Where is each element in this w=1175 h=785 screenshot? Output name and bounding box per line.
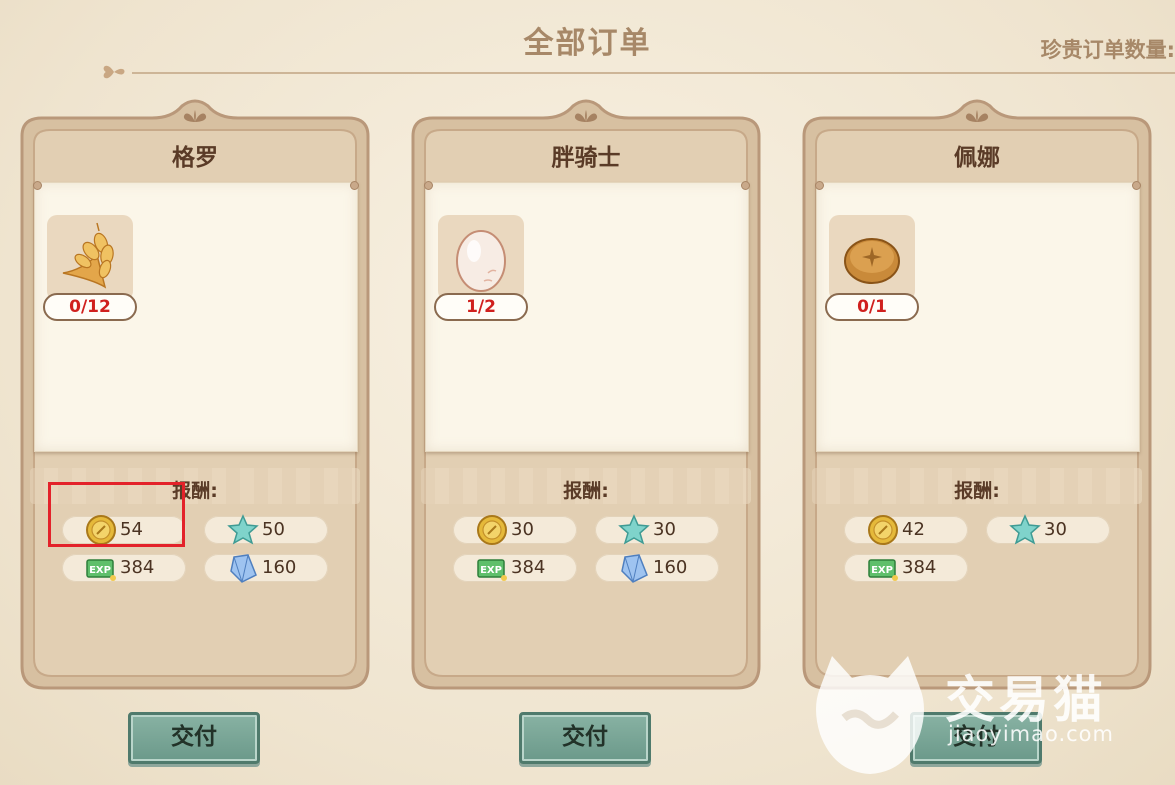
reward-value: 384 [511,557,546,578]
egg-icon [456,230,506,292]
reward-star: 50 [204,514,328,545]
svg-text:EXP: EXP [89,565,111,576]
star-icon [618,514,650,545]
star-icon [227,514,259,545]
reward-value: 384 [120,557,155,578]
gold-coin-icon [868,515,898,545]
pin [350,181,359,190]
reward-value: 30 [653,519,676,540]
deliver-button[interactable]: 交付 [519,712,651,764]
wheat-icon [62,222,114,289]
svg-text:EXP: EXP [480,565,502,576]
svg-text:EXP: EXP [871,565,893,576]
highlight-box [48,482,185,547]
card-ornament-icon [965,110,989,122]
crystal-icon [621,554,648,583]
pin [1132,181,1141,190]
pin [424,181,433,190]
precious-order-count-label: 珍贵订单数量: [1040,38,1175,62]
reward-gold: 30 [453,515,577,545]
deliver-button[interactable]: 交付 [910,712,1042,764]
customer-name: 胖骑士 [551,145,621,171]
customer-name: 佩娜 [954,145,1000,171]
order-item-slot[interactable] [438,215,524,301]
reward-star: 30 [986,514,1110,545]
order-item-slot[interactable] [47,215,133,301]
order-note: 0/1 [815,181,1141,452]
reward-crystal: 160 [595,554,719,583]
order-card: 格罗 0/12 报酬: 54 50 EXP 384 160 [12,96,378,694]
reward-crystal: 160 [204,554,328,583]
exp-ticket-icon: EXP [477,559,507,581]
crystal-icon [230,554,257,583]
gold-coin-icon [477,515,507,545]
order-item-slot[interactable] [829,215,915,301]
bread-icon [844,238,900,284]
exp-ticket-icon: EXP [86,559,116,581]
title-divider [132,72,1175,74]
order-note: 1/2 [424,181,750,452]
reward-title: 报酬: [563,480,609,502]
pin [33,181,42,190]
reward-value: 50 [262,519,285,540]
item-count: 0/12 [43,293,137,321]
card-ornament-icon [183,110,207,122]
reward-value: 42 [902,519,925,540]
customer-name: 格罗 [172,145,218,171]
deliver-button[interactable]: 交付 [128,712,260,764]
reward-star: 30 [595,514,719,545]
reward-exp: EXP 384 [453,554,577,582]
pin [815,181,824,190]
card-ornament-icon [574,110,598,122]
reward-value: 30 [1044,519,1067,540]
order-card: 胖骑士 1/2 报酬: 30 30 EXP 384 160 [403,96,769,694]
reward-value: 384 [902,557,937,578]
reward-value: 30 [511,519,534,540]
leaf-ornament-icon [103,65,125,79]
reward-exp: EXP 384 [62,554,186,582]
reward-gold: 42 [844,515,968,545]
reward-value: 160 [653,557,688,578]
reward-exp: EXP 384 [844,554,968,582]
exp-ticket-icon: EXP [868,559,898,581]
reward-title: 报酬: [954,480,1000,502]
reward-value: 160 [262,557,297,578]
order-card: 佩娜 0/1 报酬: 42 30 EXP 384 [794,96,1160,694]
page-title: 全部订单 [523,26,652,61]
item-count: 1/2 [434,293,528,321]
order-note: 0/12 [33,181,359,452]
item-count: 0/1 [825,293,919,321]
pin [741,181,750,190]
star-icon [1009,514,1041,545]
